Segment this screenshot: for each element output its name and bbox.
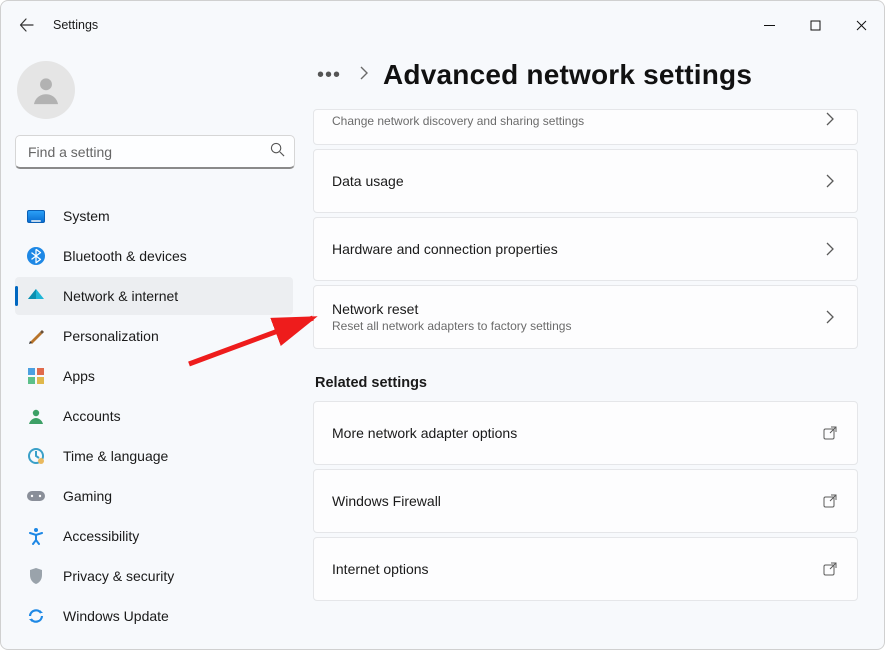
nav-item-label: Accounts [63, 408, 121, 424]
system-icon [25, 205, 47, 227]
chevron-right-icon [821, 310, 839, 324]
privacy-icon [25, 565, 47, 587]
window-title: Settings [53, 18, 98, 32]
search-input[interactable] [15, 135, 295, 169]
apps-icon [25, 365, 47, 387]
window-controls [746, 8, 884, 42]
close-button[interactable] [838, 8, 884, 42]
nav-item-label: System [63, 208, 110, 224]
main-panel: ••• Advanced network settings Change net… [301, 49, 884, 649]
nav-item-label: Apps [63, 368, 95, 384]
nav-item-label: Windows Update [63, 608, 169, 624]
related-settings-label: Related settings [315, 375, 858, 391]
sidebar: System Bluetooth & devices Network & int… [1, 49, 301, 649]
breadcrumb: ••• Advanced network settings [313, 59, 858, 91]
card-network-reset[interactable]: Network reset Reset all network adapters… [313, 285, 858, 349]
card-subtitle: Reset all network adapters to factory se… [332, 319, 821, 333]
windows-update-icon [25, 605, 47, 627]
card-data-usage[interactable]: Data usage [313, 149, 858, 213]
nav-item-label: Bluetooth & devices [63, 248, 187, 264]
maximize-button[interactable] [792, 8, 838, 42]
nav-item-network[interactable]: Network & internet [15, 277, 293, 315]
nav-item-accessibility[interactable]: Accessibility [15, 517, 293, 555]
nav-item-bluetooth[interactable]: Bluetooth & devices [15, 237, 293, 275]
gaming-icon [25, 485, 47, 507]
personalization-icon [25, 325, 47, 347]
accessibility-icon [25, 525, 47, 547]
card-network-sharing[interactable]: Change network discovery and sharing set… [313, 109, 858, 145]
network-icon [25, 285, 47, 307]
settings-window: Settings System [0, 0, 885, 650]
nav-item-time-language[interactable]: Time & language [15, 437, 293, 475]
card-title: Network reset [332, 301, 821, 317]
card-more-adapter-options[interactable]: More network adapter options [313, 401, 858, 465]
nav-item-label: Time & language [63, 448, 168, 464]
chevron-right-icon [821, 174, 839, 188]
nav-list: System Bluetooth & devices Network & int… [15, 197, 293, 635]
chevron-right-icon [359, 66, 369, 85]
arrow-left-icon [19, 17, 35, 33]
back-button[interactable] [9, 7, 45, 43]
nav-item-gaming[interactable]: Gaming [15, 477, 293, 515]
external-link-icon [821, 494, 839, 508]
nav-item-label: Personalization [63, 328, 159, 344]
card-windows-firewall[interactable]: Windows Firewall [313, 469, 858, 533]
page-title: Advanced network settings [383, 59, 752, 91]
chevron-right-icon [821, 242, 839, 256]
nav-item-system[interactable]: System [15, 197, 293, 235]
card-hardware-properties[interactable]: Hardware and connection properties [313, 217, 858, 281]
nav-item-label: Accessibility [63, 528, 139, 544]
user-avatar[interactable] [17, 61, 75, 119]
nav-item-windows-update[interactable]: Windows Update [15, 597, 293, 635]
accounts-icon [25, 405, 47, 427]
time-language-icon [25, 445, 47, 467]
search-icon [270, 142, 285, 162]
person-icon [29, 73, 63, 107]
chevron-right-icon [821, 112, 839, 126]
nav-item-privacy[interactable]: Privacy & security [15, 557, 293, 595]
search-field[interactable] [15, 135, 295, 169]
nav-item-label: Gaming [63, 488, 112, 504]
card-title: Hardware and connection properties [332, 241, 821, 257]
card-title: More network adapter options [332, 425, 821, 441]
minimize-button[interactable] [746, 8, 792, 42]
titlebar: Settings [1, 1, 884, 49]
card-title: Internet options [332, 561, 821, 577]
card-title: Data usage [332, 173, 821, 189]
card-title: Windows Firewall [332, 493, 821, 509]
card-internet-options[interactable]: Internet options [313, 537, 858, 601]
external-link-icon [821, 562, 839, 576]
breadcrumb-overflow-button[interactable]: ••• [313, 62, 345, 89]
nav-item-apps[interactable]: Apps [15, 357, 293, 395]
nav-item-personalization[interactable]: Personalization [15, 317, 293, 355]
nav-item-label: Privacy & security [63, 568, 174, 584]
card-subtitle: Change network discovery and sharing set… [332, 114, 821, 128]
bluetooth-icon [25, 245, 47, 267]
nav-item-accounts[interactable]: Accounts [15, 397, 293, 435]
external-link-icon [821, 426, 839, 440]
nav-item-label: Network & internet [63, 288, 178, 304]
